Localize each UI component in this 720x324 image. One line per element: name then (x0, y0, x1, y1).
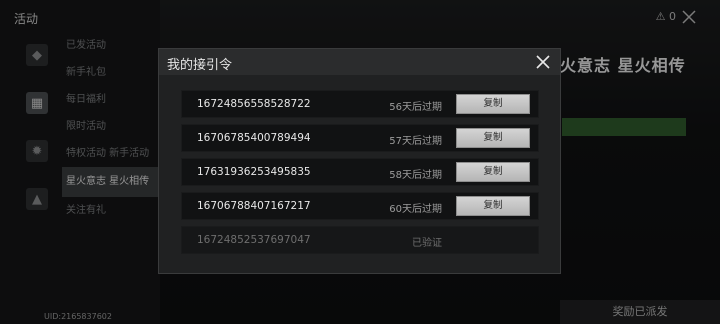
expiry-status: 57天后过期 (389, 136, 442, 147)
expiry-status: 56天后过期 (389, 102, 442, 113)
invite-code: 16706785400789494 (197, 132, 311, 144)
expiry-status: 60天后过期 (389, 204, 442, 215)
copy-button[interactable]: 复制 (456, 162, 530, 182)
dialog-title: 我的接引令 (167, 58, 233, 73)
copy-button[interactable]: 复制 (456, 94, 530, 114)
copy-button[interactable]: 复制 (456, 128, 530, 148)
dialog-header: 我的接引令 (159, 49, 560, 75)
close-icon[interactable] (534, 53, 552, 71)
invite-code-row: 16706788407167217 60天后过期 复制 (181, 192, 539, 220)
invite-code-dialog: 我的接引令 16724856558528722 56天后过期 复制 167067854… (158, 48, 561, 274)
invite-code-row: 16706785400789494 57天后过期 复制 (181, 124, 539, 152)
verified-status: 已验证 (412, 238, 442, 249)
invite-code: 17631936253495835 (197, 166, 311, 178)
copy-button[interactable]: 复制 (456, 196, 530, 216)
expiry-status: 58天后过期 (389, 170, 442, 181)
invite-code-row: 16724856558528722 56天后过期 复制 (181, 90, 539, 118)
invite-code: 16706788407167217 (197, 200, 311, 212)
invite-code: 16724856558528722 (197, 98, 311, 110)
invite-code-list: 16724856558528722 56天后过期 复制 167067854007894… (181, 90, 539, 260)
invite-code: 16724852537697047 (197, 234, 311, 246)
invite-code-row: 17631936253495835 58天后过期 复制 (181, 158, 539, 186)
invite-code-row: 16724852537697047 已验证 (181, 226, 539, 254)
